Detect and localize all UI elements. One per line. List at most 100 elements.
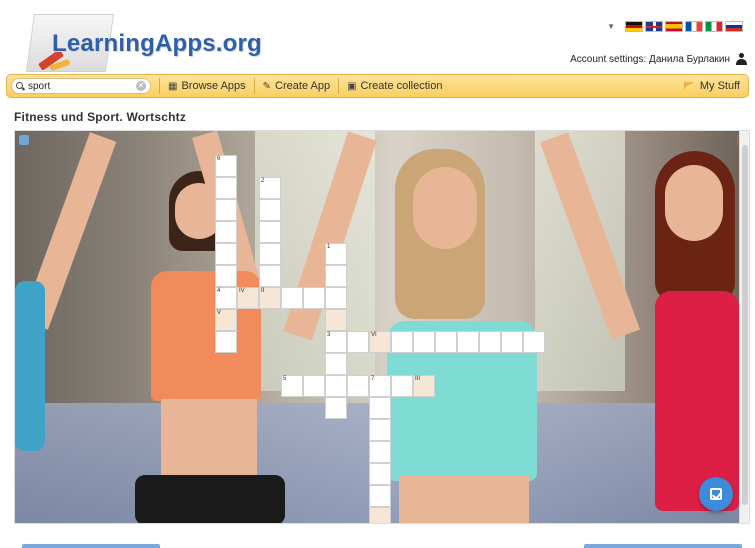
crossword-cell[interactable] [369, 397, 391, 419]
search-box: ✕ [11, 78, 151, 94]
clear-search-icon[interactable]: ✕ [136, 81, 146, 91]
crossword-cell[interactable] [369, 507, 391, 523]
crossword-cell[interactable] [479, 331, 501, 353]
clue-number: 1 [327, 244, 331, 250]
crossword-cell[interactable] [325, 287, 347, 309]
grid-icon: ▦ [168, 80, 178, 92]
collection-icon: ▣ [347, 80, 357, 92]
crossword-cell[interactable] [215, 221, 237, 243]
create-collection-label: Create collection [360, 80, 443, 92]
crossword-cell[interactable] [215, 243, 237, 265]
search-input[interactable] [28, 80, 128, 92]
my-stuff-button[interactable]: 📂 My Stuff [683, 80, 740, 92]
clue-hint: II [261, 288, 265, 294]
crossword-cell[interactable] [347, 331, 369, 353]
bottom-left-button[interactable] [22, 544, 160, 548]
language-selector: ▼ [607, 21, 743, 32]
crossword-cell[interactable] [369, 463, 391, 485]
crossword-cell[interactable]: III [413, 375, 435, 397]
crossword-cell[interactable] [303, 287, 325, 309]
clue-number: 2 [261, 178, 265, 184]
user-icon[interactable] [736, 53, 747, 65]
flag-en-icon[interactable] [645, 21, 663, 32]
site-logo[interactable]: LearningApps.org [8, 8, 268, 76]
crossword-cell[interactable] [281, 287, 303, 309]
clue-number: 3 [327, 332, 331, 338]
flag-ru-icon[interactable] [725, 21, 743, 32]
clue-hint: VI [371, 332, 377, 338]
crossword-cell[interactable] [259, 243, 281, 265]
flag-de-icon[interactable] [625, 21, 643, 32]
clue-number: 4 [217, 288, 221, 294]
crossword-cell[interactable]: 7 [369, 375, 391, 397]
pencil-icon: ✎ [262, 80, 272, 92]
crossword-cell[interactable]: 3 [325, 331, 347, 353]
crossword-cell[interactable] [325, 397, 347, 419]
crossword-cell[interactable] [325, 265, 347, 287]
crossword-cell[interactable] [369, 441, 391, 463]
woman-far-left-top [15, 281, 45, 451]
crossword-cell[interactable] [215, 177, 237, 199]
crossword-cell[interactable]: IV [237, 287, 259, 309]
crossword-cell[interactable]: VI [369, 331, 391, 353]
crossword-cell[interactable] [259, 265, 281, 287]
crossword-cell[interactable] [215, 199, 237, 221]
crossword-cell[interactable]: 5 [281, 375, 303, 397]
main-toolbar: ✕ ▦ Browse Apps ✎ Create App ▣ Create co… [6, 74, 749, 98]
logo-text: LearningApps.org [52, 30, 262, 57]
crossword-cell[interactable]: 1 [325, 243, 347, 265]
crossword-cell[interactable] [303, 375, 325, 397]
woman-center-face [413, 167, 477, 249]
crossword-cell[interactable] [391, 331, 413, 353]
app-info-icon[interactable] [19, 135, 29, 145]
flag-es-icon[interactable] [665, 21, 683, 32]
checkmark-icon [710, 488, 722, 500]
clue-number: 6 [217, 156, 221, 162]
crossword-cell[interactable] [215, 331, 237, 353]
crossword-cell[interactable]: 6 [215, 155, 237, 177]
crossword-cell[interactable] [259, 221, 281, 243]
flag-fr-icon[interactable] [685, 21, 703, 32]
toolbar-divider [253, 78, 255, 94]
crossword-cell[interactable] [215, 265, 237, 287]
crossword-cell[interactable] [523, 331, 545, 353]
browse-apps-label: Browse Apps [181, 80, 246, 92]
account-settings[interactable]: Account settings: Данила Бурлакин [570, 53, 747, 65]
crossword-cell[interactable] [391, 375, 413, 397]
scrollbar[interactable] [739, 131, 749, 523]
crossword-cell[interactable] [325, 353, 347, 375]
account-settings-link[interactable]: Account settings: Данила Бурлакин [570, 54, 730, 65]
crossword-cell[interactable] [413, 331, 435, 353]
crossword-cell[interactable] [369, 419, 391, 441]
browse-apps-button[interactable]: ▦ Browse Apps [168, 80, 246, 92]
crossword-cell[interactable] [369, 485, 391, 507]
crossword-cell[interactable]: II [259, 287, 281, 309]
crossword-cell[interactable] [435, 331, 457, 353]
search-icon[interactable] [16, 81, 25, 91]
crossword-cell[interactable]: V [215, 309, 237, 331]
create-app-button[interactable]: ✎ Create App [263, 80, 330, 92]
crossword-cell[interactable] [325, 309, 347, 331]
crossword-cell[interactable] [501, 331, 523, 353]
clue-hint: IV [239, 288, 245, 294]
create-app-label: Create App [275, 80, 331, 92]
woman-left-torso [161, 399, 257, 479]
create-collection-button[interactable]: ▣ Create collection [347, 80, 442, 92]
crossword-cell[interactable] [457, 331, 479, 353]
caret-down-icon[interactable]: ▼ [607, 22, 615, 31]
toolbar-divider [338, 78, 340, 94]
learningapps-page: LearningApps.org ▼ Account settings: Дан… [0, 0, 755, 548]
crossword-cell[interactable] [325, 375, 347, 397]
my-stuff-label: My Stuff [699, 80, 740, 92]
flag-it-icon[interactable] [705, 21, 723, 32]
crossword-app-frame: 6 4 V 2 IV II 1 3 VI 5 7 III [14, 130, 750, 524]
woman-center-torso [399, 476, 529, 523]
crossword-cell[interactable]: 4 [215, 287, 237, 309]
crossword-cell[interactable]: 2 [259, 177, 281, 199]
crossword-cell[interactable] [259, 199, 281, 221]
check-answers-button[interactable] [699, 477, 733, 511]
crossword-cell[interactable] [347, 375, 369, 397]
clue-hint: III [415, 376, 421, 382]
scrollbar-thumb[interactable] [742, 145, 748, 505]
bottom-right-button[interactable] [584, 544, 742, 548]
